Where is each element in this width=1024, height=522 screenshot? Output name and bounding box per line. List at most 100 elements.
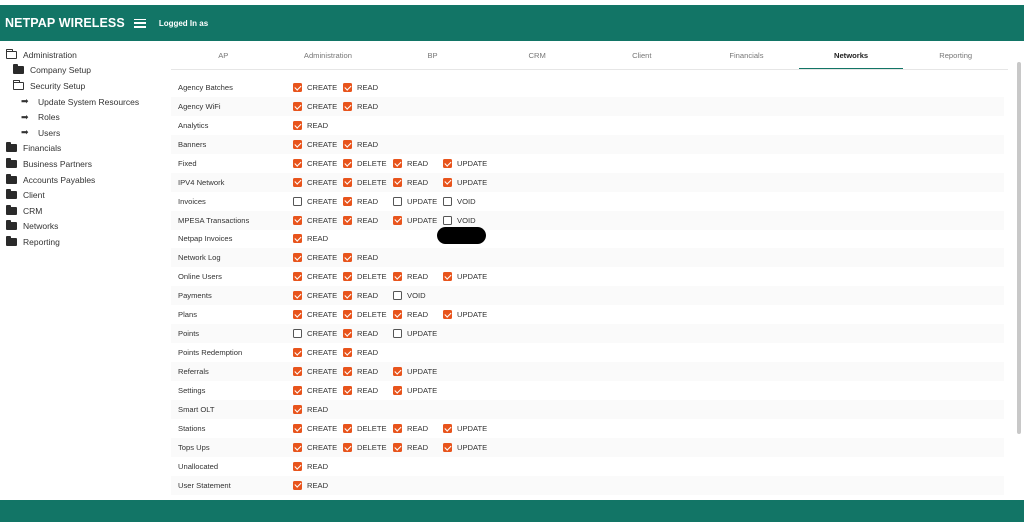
checkbox-checked[interactable]: [393, 215, 402, 225]
sidebar-item-reporting[interactable]: Reporting: [0, 234, 160, 250]
sidebar-item-update-system-resources[interactable]: ➡ Update System Resources: [0, 94, 160, 110]
checkbox-checked[interactable]: [343, 139, 352, 149]
checkbox-checked[interactable]: [293, 310, 302, 320]
sidebar-item-networks[interactable]: Networks: [0, 219, 160, 235]
checkbox-checked[interactable]: [343, 442, 352, 452]
permission-read-option[interactable]: READ: [343, 82, 393, 92]
permission-read-option[interactable]: READ: [393, 310, 443, 320]
checkbox-checked[interactable]: [343, 177, 352, 187]
checkbox-checked[interactable]: [293, 253, 302, 263]
permission-read-option[interactable]: READ: [343, 196, 393, 206]
tab-crm[interactable]: CRM: [485, 44, 590, 69]
permission-void-option[interactable]: VOID: [443, 215, 493, 225]
checkbox-checked[interactable]: [443, 310, 452, 320]
permission-read-option[interactable]: READ: [393, 177, 443, 187]
sidebar-item-company-setup[interactable]: Company Setup: [0, 63, 160, 79]
permission-create-option[interactable]: CREATE: [293, 310, 343, 320]
checkbox-checked[interactable]: [443, 158, 452, 168]
permission-update-option[interactable]: UPDATE: [443, 310, 493, 320]
permission-read-option[interactable]: READ: [343, 215, 393, 225]
checkbox-checked[interactable]: [293, 120, 302, 130]
permission-read-option[interactable]: READ: [293, 404, 343, 414]
checkbox-checked[interactable]: [393, 310, 402, 320]
permission-create-option[interactable]: CREATE: [293, 272, 343, 282]
checkbox-checked[interactable]: [443, 442, 452, 452]
hamburger-menu-icon[interactable]: [133, 18, 146, 28]
sidebar-item-financials[interactable]: Financials: [0, 141, 160, 157]
checkbox-checked[interactable]: [343, 158, 352, 168]
permission-update-option[interactable]: UPDATE: [393, 196, 443, 206]
permission-create-option[interactable]: CREATE: [293, 82, 343, 92]
permission-update-option[interactable]: UPDATE: [393, 385, 443, 395]
permission-void-option[interactable]: VOID: [443, 196, 493, 206]
tab-reporting[interactable]: Reporting: [903, 44, 1008, 69]
checkbox-checked[interactable]: [443, 177, 452, 187]
permission-read-option[interactable]: READ: [393, 272, 443, 282]
checkbox-checked[interactable]: [293, 158, 302, 168]
checkbox-unchecked[interactable]: [443, 196, 452, 206]
permission-update-option[interactable]: UPDATE: [443, 177, 493, 187]
permission-read-option[interactable]: READ: [343, 385, 393, 395]
tab-financials[interactable]: Financials: [694, 44, 799, 69]
permission-create-option[interactable]: CREATE: [293, 329, 343, 339]
checkbox-checked[interactable]: [293, 82, 302, 92]
permission-update-option[interactable]: UPDATE: [443, 158, 493, 168]
permission-create-option[interactable]: CREATE: [293, 348, 343, 358]
permission-read-option[interactable]: READ: [293, 120, 343, 130]
checkbox-checked[interactable]: [343, 215, 352, 225]
sidebar-item-roles[interactable]: ➡ Roles: [0, 109, 160, 125]
checkbox-checked[interactable]: [343, 101, 352, 111]
permission-create-option[interactable]: CREATE: [293, 158, 343, 168]
checkbox-checked[interactable]: [393, 177, 402, 187]
sidebar-item-security-setup[interactable]: Security Setup: [0, 78, 160, 94]
checkbox-unchecked[interactable]: [293, 196, 302, 206]
checkbox-checked[interactable]: [343, 272, 352, 282]
permission-delete-option[interactable]: DELETE: [343, 310, 393, 320]
permission-create-option[interactable]: CREATE: [293, 253, 343, 263]
permission-read-option[interactable]: READ: [343, 101, 393, 111]
checkbox-checked[interactable]: [343, 329, 352, 339]
permission-create-option[interactable]: CREATE: [293, 215, 343, 225]
checkbox-checked[interactable]: [293, 101, 302, 111]
permission-update-option[interactable]: UPDATE: [393, 329, 443, 339]
sidebar-item-crm[interactable]: CRM: [0, 203, 160, 219]
checkbox-unchecked[interactable]: [393, 329, 402, 339]
sidebar-item-client[interactable]: Client: [0, 187, 160, 203]
checkbox-checked[interactable]: [393, 442, 402, 452]
permission-read-option[interactable]: READ: [343, 329, 393, 339]
checkbox-unchecked[interactable]: [393, 196, 402, 206]
checkbox-checked[interactable]: [293, 461, 302, 471]
permission-create-option[interactable]: CREATE: [293, 177, 343, 187]
checkbox-checked[interactable]: [293, 442, 302, 452]
sidebar-item-business-partners[interactable]: Business Partners: [0, 156, 160, 172]
permission-create-option[interactable]: CREATE: [293, 442, 343, 452]
permission-read-option[interactable]: READ: [293, 234, 343, 244]
checkbox-checked[interactable]: [393, 367, 402, 377]
permission-create-option[interactable]: CREATE: [293, 291, 343, 301]
checkbox-checked[interactable]: [293, 423, 302, 433]
checkbox-checked[interactable]: [293, 177, 302, 187]
checkbox-checked[interactable]: [293, 272, 302, 282]
sidebar-item-users[interactable]: ➡ Users: [0, 125, 160, 141]
permission-update-option[interactable]: UPDATE: [393, 215, 443, 225]
permission-delete-option[interactable]: DELETE: [343, 442, 393, 452]
checkbox-checked[interactable]: [293, 291, 302, 301]
permission-read-option[interactable]: READ: [343, 291, 393, 301]
permission-update-option[interactable]: UPDATE: [443, 423, 493, 433]
checkbox-checked[interactable]: [343, 291, 352, 301]
checkbox-unchecked[interactable]: [293, 329, 302, 339]
permission-read-option[interactable]: READ: [293, 480, 343, 490]
permission-delete-option[interactable]: DELETE: [343, 423, 393, 433]
checkbox-checked[interactable]: [343, 348, 352, 358]
permission-read-option[interactable]: READ: [343, 348, 393, 358]
checkbox-checked[interactable]: [393, 272, 402, 282]
permission-read-option[interactable]: READ: [393, 442, 443, 452]
permission-create-option[interactable]: CREATE: [293, 139, 343, 149]
sidebar-item-accounts-payables[interactable]: Accounts Payables: [0, 172, 160, 188]
permission-delete-option[interactable]: DELETE: [343, 177, 393, 187]
tab-client[interactable]: Client: [590, 44, 695, 69]
tab-ap[interactable]: AP: [171, 44, 276, 69]
checkbox-checked[interactable]: [293, 348, 302, 358]
checkbox-unchecked[interactable]: [443, 215, 452, 225]
permission-delete-option[interactable]: DELETE: [343, 158, 393, 168]
